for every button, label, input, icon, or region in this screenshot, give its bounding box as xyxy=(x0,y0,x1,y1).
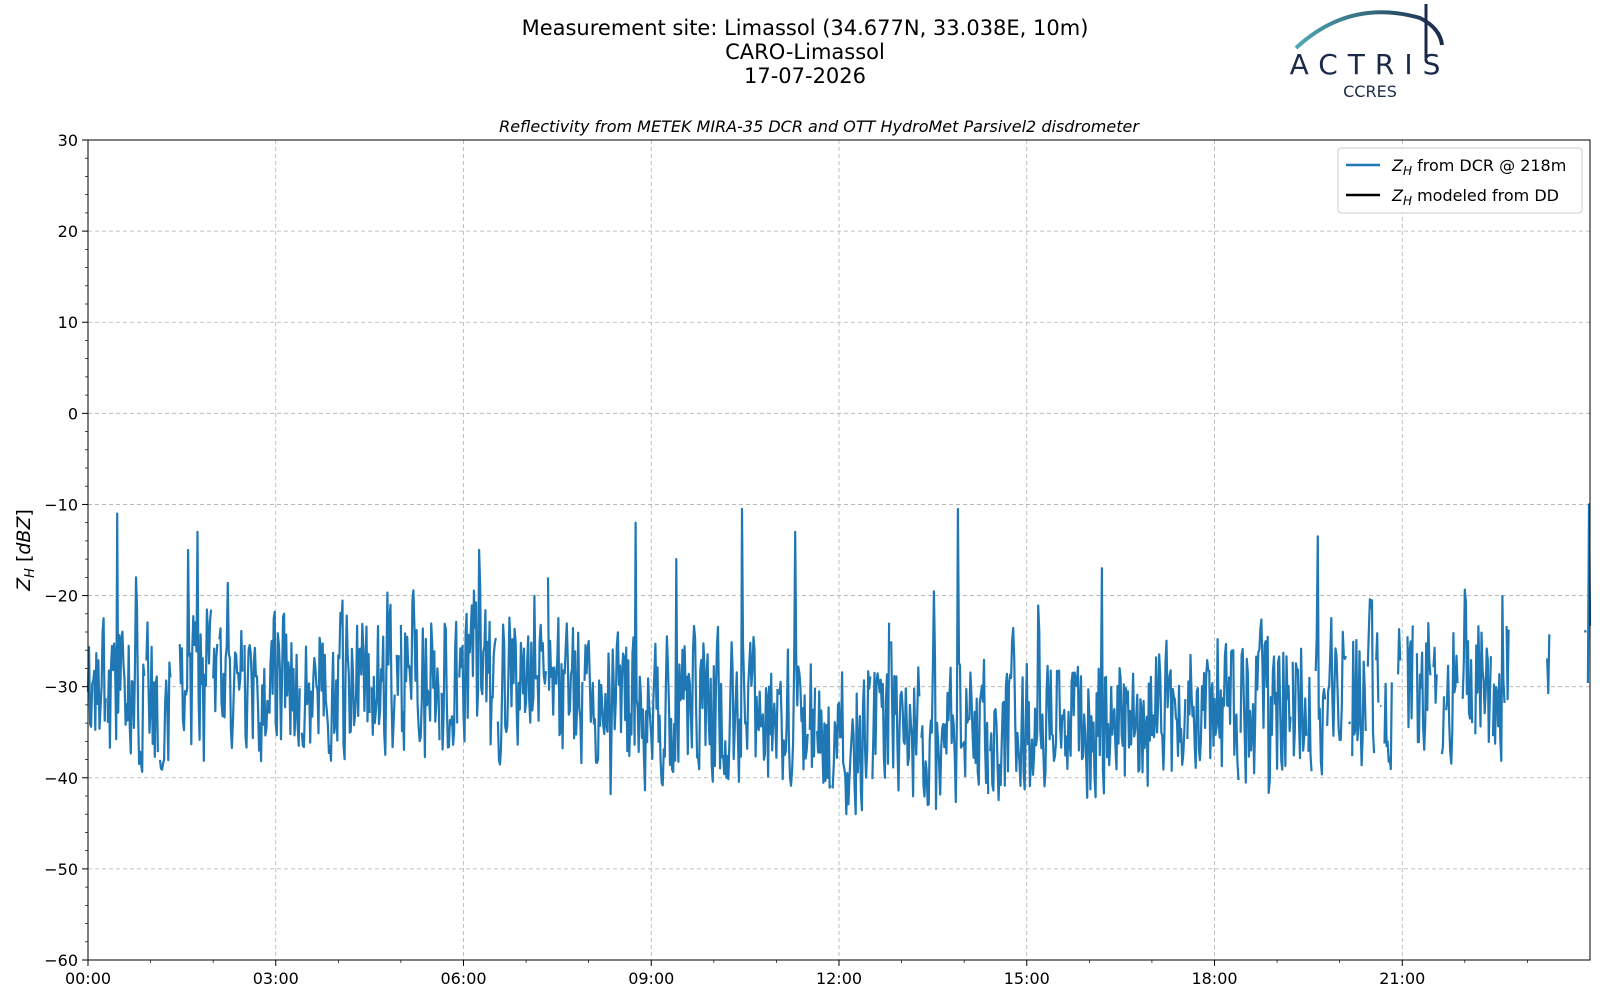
x-tick-label: 09:00 xyxy=(628,969,674,988)
x-tick-label: 21:00 xyxy=(1379,969,1425,988)
chart-title: Reflectivity from METEK MIRA-35 DCR and … xyxy=(499,117,1140,136)
y-tick-label: −10 xyxy=(44,495,78,514)
x-tick-label: 00:00 xyxy=(65,969,111,988)
y-tick-label: −20 xyxy=(44,587,78,606)
y-tick-label: 0 xyxy=(68,404,78,423)
y-tick-label: 10 xyxy=(58,313,78,332)
y-tick-label: 30 xyxy=(58,131,78,150)
x-tick-label: 18:00 xyxy=(1191,969,1237,988)
y-tick-label: −50 xyxy=(44,860,78,879)
x-tick-label: 12:00 xyxy=(816,969,862,988)
y-tick-label: −60 xyxy=(44,951,78,970)
grid xyxy=(88,140,1590,960)
x-tick-label: 15:00 xyxy=(1004,969,1050,988)
y-tick-label: 20 xyxy=(58,222,78,241)
y-tick-label: −30 xyxy=(44,678,78,697)
legend-label-dcr: ZH from DCR @ 218m xyxy=(1391,156,1566,178)
x-tick-label: 06:00 xyxy=(440,969,486,988)
reflectivity-chart: Reflectivity from METEK MIRA-35 DCR and … xyxy=(13,117,1592,988)
y-axis-label: ZH [dBZ] xyxy=(13,509,38,592)
legend: ZH from DCR @ 218m ZH modeled from DD xyxy=(1337,147,1583,214)
y-tick-label: −40 xyxy=(44,769,78,788)
legend-label-dd: ZH modeled from DD xyxy=(1391,186,1559,208)
x-tick-label: 03:00 xyxy=(253,969,299,988)
axes: 30 20 10 0 −10 −20 −30 −40 −50 −6000:00 03:00 06:00… xyxy=(44,131,1528,988)
